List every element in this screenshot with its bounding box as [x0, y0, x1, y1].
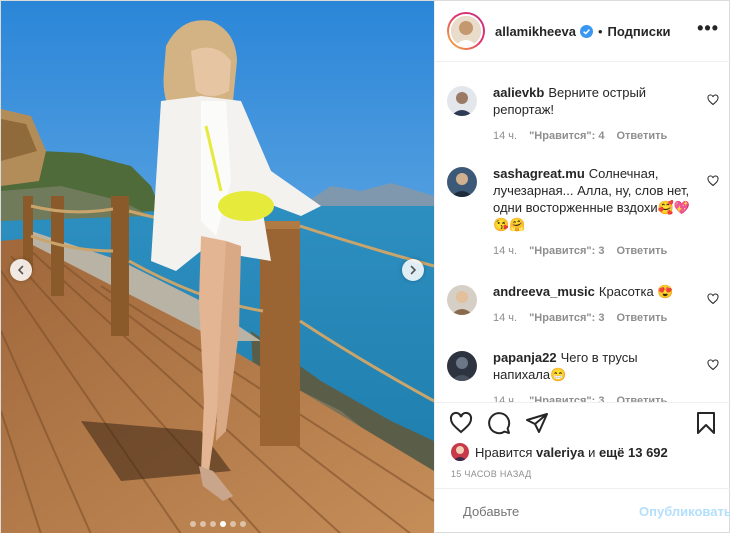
- post-side-panel: allamikheeva • Подписки ••• aalievkb Верн…: [434, 1, 730, 533]
- avatar-image: [447, 86, 477, 116]
- likes-count[interactable]: ещё 13 692: [599, 445, 668, 460]
- author-username[interactable]: allamikheeva: [495, 24, 576, 39]
- commenter-avatar[interactable]: [447, 86, 477, 116]
- comment-time[interactable]: 14 ч.: [493, 243, 517, 260]
- header-separator: •: [597, 23, 603, 39]
- post-header: allamikheeva • Подписки •••: [435, 1, 730, 62]
- carousel-dot: [199, 521, 206, 527]
- photo-scene: [1, 1, 434, 533]
- save-button[interactable]: [695, 411, 717, 435]
- avatar-image: [451, 443, 469, 461]
- commenter-avatar[interactable]: [447, 167, 477, 197]
- reply-button[interactable]: Ответить: [616, 243, 667, 260]
- comment-input[interactable]: [463, 504, 639, 519]
- reply-button[interactable]: Ответить: [616, 310, 667, 327]
- prev-slide-button[interactable]: [10, 259, 32, 281]
- share-icon: [526, 412, 548, 433]
- heart-icon[interactable]: [707, 293, 719, 305]
- instagram-post: allamikheeva • Подписки ••• aalievkb Верн…: [0, 0, 730, 533]
- comment-icon: [488, 411, 511, 434]
- comment-likes[interactable]: "Нравится": 4: [529, 128, 604, 145]
- next-slide-button[interactable]: [402, 259, 424, 281]
- heart-icon[interactable]: [707, 359, 719, 371]
- carousel-dot: [189, 521, 196, 527]
- add-comment-bar: Опубликовать: [435, 488, 730, 533]
- likes-summary: Нравится valeriya и ещё 13 692: [435, 442, 730, 462]
- chevron-right-icon: [410, 265, 417, 275]
- heart-icon[interactable]: [707, 175, 719, 187]
- carousel-dot: [219, 521, 226, 527]
- comment-likes[interactable]: "Нравится": 3: [529, 310, 604, 327]
- likes-middle: и: [588, 444, 596, 460]
- carousel-dot: [209, 521, 216, 527]
- carousel-dots: [1, 521, 434, 527]
- reply-button[interactable]: Ответить: [616, 128, 667, 145]
- carousel-dot: [239, 521, 246, 527]
- post-photo[interactable]: [1, 1, 434, 533]
- comment-likes[interactable]: "Нравится": 3: [529, 243, 604, 260]
- comment-likes[interactable]: "Нравится": 3: [529, 393, 604, 402]
- comment: papanja22 Чего в трусы напихала😁 14 ч. "Н…: [447, 349, 719, 402]
- liker-avatar[interactable]: [451, 443, 469, 461]
- avatar-image: [451, 16, 481, 46]
- carousel-dot: [229, 521, 236, 527]
- heart-icon: [449, 411, 473, 433]
- comment-username[interactable]: aalievkb: [493, 85, 544, 100]
- author-avatar[interactable]: [447, 12, 485, 50]
- avatar-image: [447, 167, 477, 197]
- chevron-left-icon: [17, 265, 24, 275]
- comment: aalievkb Верните острый репортаж! 14 ч. "…: [447, 84, 719, 145]
- reply-button[interactable]: Ответить: [616, 393, 667, 402]
- comment-username[interactable]: papanja22: [493, 350, 557, 365]
- post-actions: [435, 402, 730, 442]
- comment-text: Красотка 😍: [598, 284, 674, 299]
- more-icon[interactable]: •••: [697, 19, 719, 43]
- comment-time[interactable]: 14 ч.: [493, 310, 517, 327]
- comment-time[interactable]: 14 ч.: [493, 393, 517, 402]
- avatar-image: [447, 285, 477, 315]
- like-button[interactable]: [449, 411, 473, 435]
- heart-icon[interactable]: [707, 94, 719, 106]
- commenter-avatar[interactable]: [447, 351, 477, 381]
- post-timestamp[interactable]: 15 ЧАСОВ НАЗАД: [435, 462, 730, 488]
- share-button[interactable]: [525, 411, 549, 435]
- likes-prefix: Нравится: [475, 444, 533, 460]
- comments-list: aalievkb Верните острый репортаж! 14 ч. "…: [435, 62, 730, 402]
- comment-time[interactable]: 14 ч.: [493, 128, 517, 145]
- comment: sashagreat.mu Солнечная, лучезарная... Ал…: [447, 165, 719, 260]
- avatar-image: [447, 351, 477, 381]
- comment-username[interactable]: sashagreat.mu: [493, 166, 585, 181]
- commenter-avatar[interactable]: [447, 285, 477, 315]
- publish-button[interactable]: Опубликовать: [639, 504, 730, 519]
- liker-username[interactable]: valeriya: [536, 445, 584, 460]
- comment-button[interactable]: [487, 411, 511, 435]
- follow-status-button[interactable]: Подписки: [608, 24, 671, 39]
- bookmark-icon: [697, 411, 715, 434]
- verified-icon: [579, 24, 593, 38]
- comment-username[interactable]: andreeva_music: [493, 284, 595, 299]
- comment: andreeva_music Красотка 😍 14 ч. "Нравится…: [447, 283, 719, 327]
